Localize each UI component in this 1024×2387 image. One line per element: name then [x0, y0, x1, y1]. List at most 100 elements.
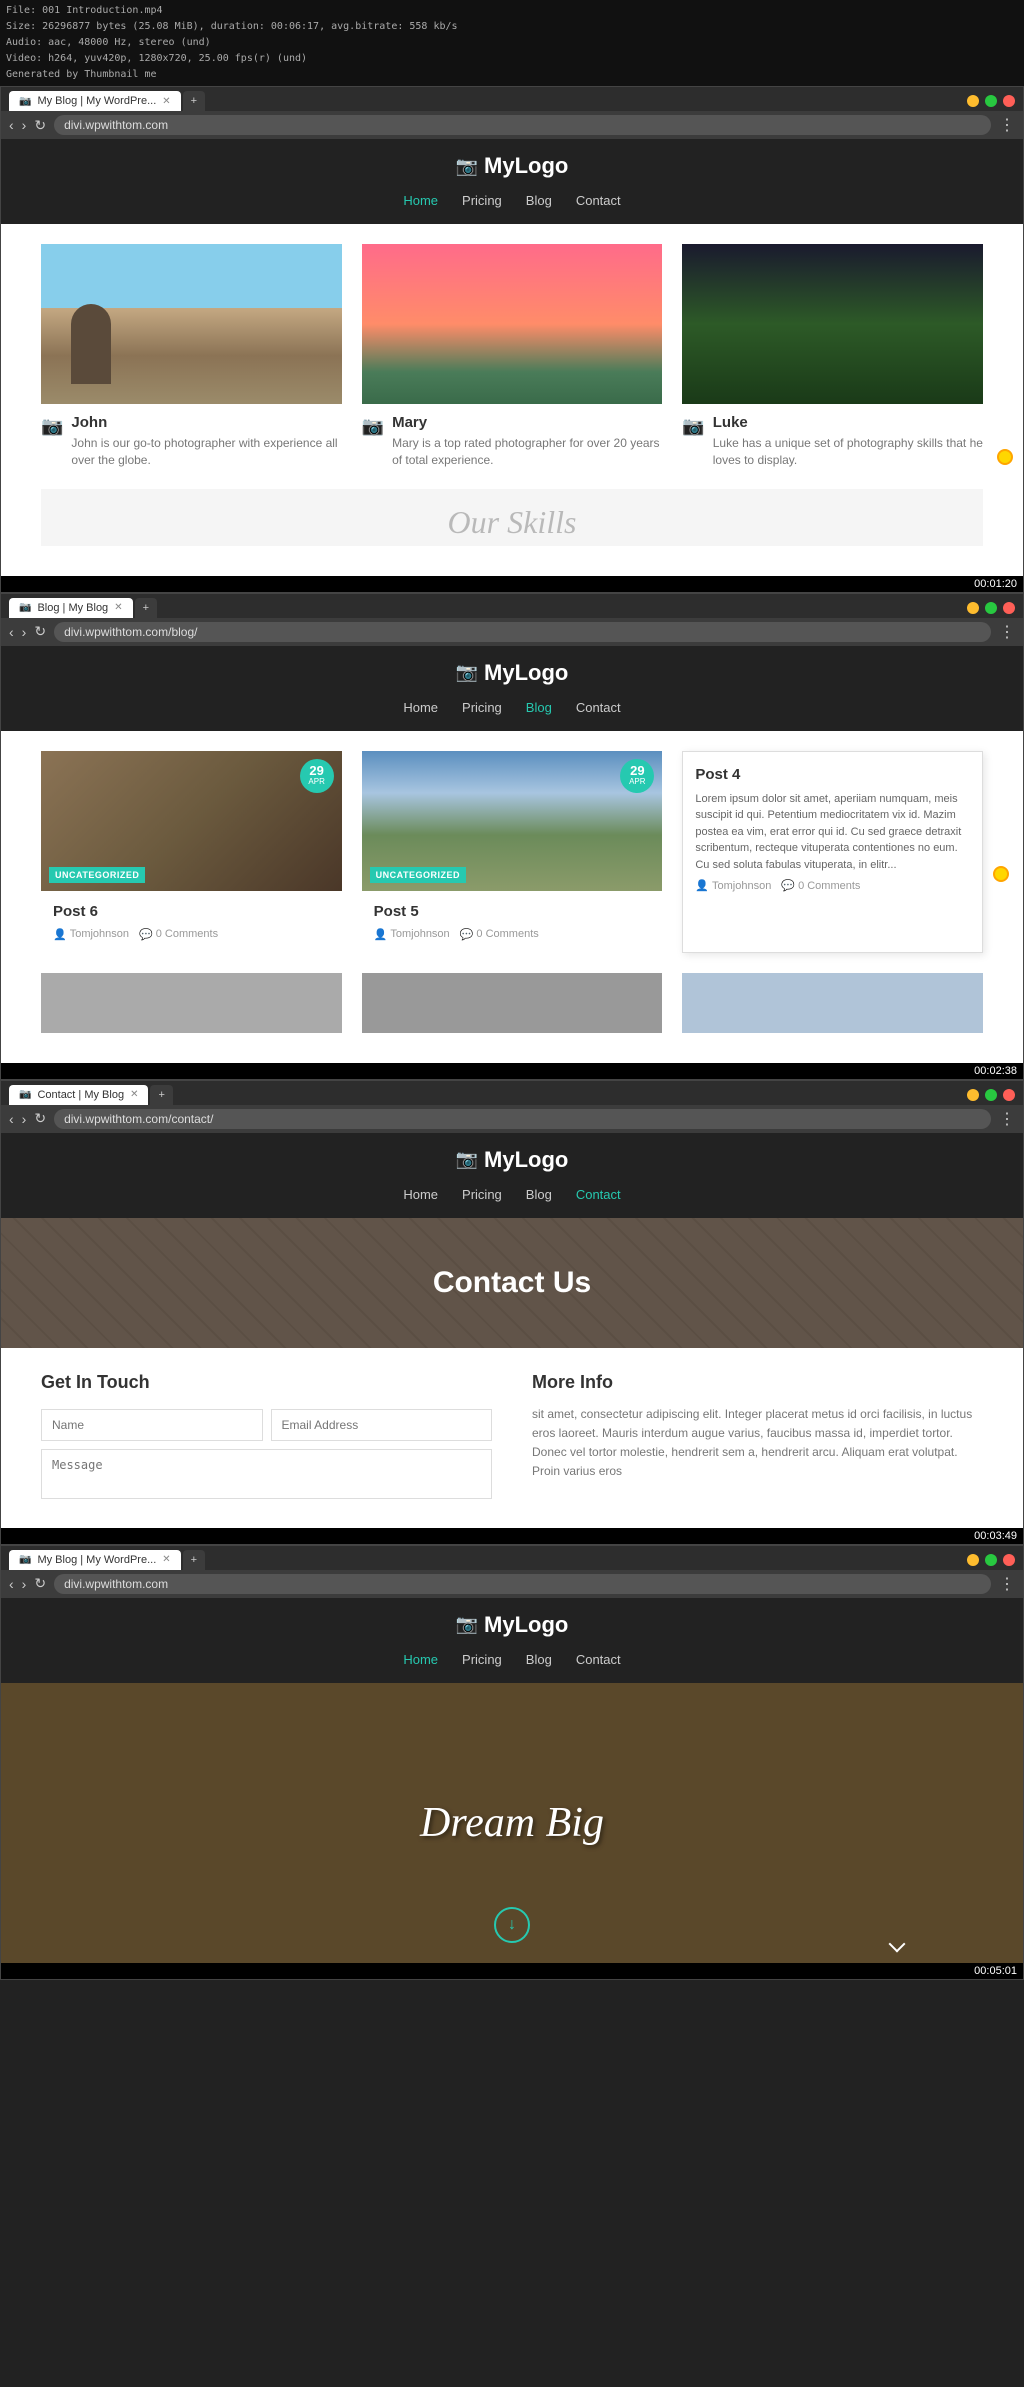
contact-message-input[interactable] [41, 1449, 492, 1499]
site-content-2: 📷 MyLogo Home Pricing Blog Contact 29 [1, 646, 1023, 1063]
tab-plus-1[interactable]: + [183, 91, 205, 111]
tab-blog-2[interactable]: 📷 Blog | My Blog ✕ [9, 598, 133, 618]
photographer-name-mary: Mary [392, 414, 662, 431]
contact-form-title: Get In Touch [41, 1372, 492, 1393]
tab-plus-4[interactable]: + [183, 1550, 205, 1570]
nav-home-2[interactable]: Home [403, 700, 438, 715]
maximize-btn-3[interactable] [985, 1089, 997, 1101]
logo-icon-1: 📷 [456, 156, 478, 177]
back-btn-4[interactable]: ‹ [9, 1576, 14, 1592]
tab-close-2[interactable]: ✕ [114, 602, 122, 613]
back-btn-3[interactable]: ‹ [9, 1111, 14, 1127]
nav-contact-1[interactable]: Contact [576, 193, 621, 208]
menu-dots-2[interactable]: ⋮ [999, 622, 1015, 642]
close-btn-1[interactable] [1003, 95, 1015, 107]
post6-date-mon: APR [308, 778, 324, 787]
browser-window-4: 📷 My Blog | My WordPre... ✕ + ‹ › ↻ divi… [0, 1545, 1024, 1980]
scroll-down-btn[interactable]: ↓ [494, 1907, 530, 1943]
tab-contact-3[interactable]: 📷 Contact | My Blog ✕ [9, 1085, 148, 1105]
minimize-btn-2[interactable] [967, 602, 979, 614]
blog-card-post4: 29 APR Post 4 Lorem ipsum dolor sit amet… [682, 751, 983, 953]
maximize-btn-2[interactable] [985, 602, 997, 614]
timestamp-2: 00:02:38 [1, 1063, 1023, 1079]
forward-btn-3[interactable]: › [22, 1111, 27, 1127]
photographer-info-john: 📷 John John is our go-to photographer wi… [41, 404, 342, 469]
post4-author: 👤 Tomjohnson [695, 879, 771, 892]
site-logo-1: 📷 MyLogo [1, 153, 1023, 179]
contact-hero-text: Contact Us [433, 1266, 591, 1300]
tab-close-1[interactable]: ✕ [162, 96, 170, 107]
maximize-btn-1[interactable] [985, 95, 997, 107]
post5-content: Post 5 👤 Tomjohnson 💬 0 Comments [362, 891, 663, 953]
nav-pricing-1[interactable]: Pricing [462, 193, 502, 208]
timestamp-value-4: 00:05:01 [974, 1965, 1017, 1977]
nav-blog-3[interactable]: Blog [526, 1187, 552, 1202]
url-box-4[interactable]: divi.wpwithtom.com [54, 1574, 991, 1594]
tab-title-1: My Blog | My WordPre... [37, 95, 156, 107]
logo-icon-2: 📷 [456, 662, 478, 683]
site-nav-1: Home Pricing Blog Contact [1, 187, 1023, 214]
menu-dots-4[interactable]: ⋮ [999, 1574, 1015, 1594]
site-logo-3: 📷 MyLogo [1, 1147, 1023, 1173]
back-btn-1[interactable]: ‹ [9, 117, 14, 133]
nav-home-3[interactable]: Home [403, 1187, 438, 1202]
nav-pricing-2[interactable]: Pricing [462, 700, 502, 715]
close-btn-4[interactable] [1003, 1554, 1015, 1566]
minimize-btn-3[interactable] [967, 1089, 979, 1101]
video-filename: File: 001 Introduction.mp4 [6, 3, 1018, 19]
refresh-btn-4[interactable]: ↻ [34, 1575, 46, 1592]
menu-dots-1[interactable]: ⋮ [999, 115, 1015, 135]
refresh-btn-1[interactable]: ↻ [34, 117, 46, 134]
maximize-btn-4[interactable] [985, 1554, 997, 1566]
tab-home-4[interactable]: 📷 My Blog | My WordPre... ✕ [9, 1550, 181, 1570]
post6-img-wrap: 29 APR UNCATEGORIZED [41, 751, 342, 891]
nav-pricing-3[interactable]: Pricing [462, 1187, 502, 1202]
tab-plus-3[interactable]: + [150, 1085, 172, 1105]
menu-dots-3[interactable]: ⋮ [999, 1109, 1015, 1129]
refresh-btn-3[interactable]: ↻ [34, 1110, 46, 1127]
photographer-name-luke: Luke [713, 414, 983, 431]
tab-close-4[interactable]: ✕ [162, 1554, 170, 1565]
post6-title: Post 6 [53, 903, 330, 920]
nav-blog-2[interactable]: Blog [526, 700, 552, 715]
post5-date-num: 29 [630, 764, 644, 778]
nav-blog-1[interactable]: Blog [526, 193, 552, 208]
photographer-card-luke: 📷 Luke Luke has a unique set of photogra… [682, 244, 983, 469]
home-hero: Dream Big ↓ [1, 1683, 1023, 1963]
forward-btn-4[interactable]: › [22, 1576, 27, 1592]
minimize-btn-1[interactable] [967, 95, 979, 107]
browser-window-3: 📷 Contact | My Blog ✕ + ‹ › ↻ divi.wpwit… [0, 1080, 1024, 1545]
nav-pricing-4[interactable]: Pricing [462, 1652, 502, 1667]
nav-home-1[interactable]: Home [403, 193, 438, 208]
tab-close-3[interactable]: ✕ [130, 1089, 138, 1100]
url-box-2[interactable]: divi.wpwithtom.com/blog/ [54, 622, 991, 642]
forward-btn-2[interactable]: › [22, 624, 27, 640]
tab-myblog-1[interactable]: 📷 My Blog | My WordPre... ✕ [9, 91, 181, 111]
contact-email-input[interactable] [271, 1409, 493, 1441]
site-nav-3: Home Pricing Blog Contact [1, 1181, 1023, 1208]
close-btn-2[interactable] [1003, 602, 1015, 614]
post4-excerpt: Lorem ipsum dolor sit amet, aperiiam num… [695, 791, 970, 874]
video-size: Size: 26296877 bytes (25.08 MiB), durati… [6, 19, 1018, 35]
nav-contact-4[interactable]: Contact [576, 1652, 621, 1667]
site-content-3: 📷 MyLogo Home Pricing Blog Contact Conta… [1, 1133, 1023, 1528]
url-box-3[interactable]: divi.wpwithtom.com/contact/ [54, 1109, 991, 1129]
contact-name-input[interactable] [41, 1409, 263, 1441]
close-btn-3[interactable] [1003, 1089, 1015, 1101]
nav-home-4[interactable]: Home [403, 1652, 438, 1667]
back-btn-2[interactable]: ‹ [9, 624, 14, 640]
nav-contact-3[interactable]: Contact [576, 1187, 621, 1202]
url-box-1[interactable]: divi.wpwithtom.com [54, 115, 991, 135]
post4-meta: 👤 Tomjohnson 💬 0 Comments [695, 879, 970, 892]
tab-favicon-2: 📷 [19, 602, 31, 613]
minimize-btn-4[interactable] [967, 1554, 979, 1566]
contact-body: Get In Touch More Info sit amet, consect… [1, 1348, 1023, 1528]
nav-contact-2[interactable]: Contact [576, 700, 621, 715]
nav-blog-4[interactable]: Blog [526, 1652, 552, 1667]
photographer-icon-john: 📷 [41, 416, 63, 437]
refresh-btn-2[interactable]: ↻ [34, 623, 46, 640]
tab-plus-2[interactable]: + [135, 598, 157, 618]
forward-btn-1[interactable]: › [22, 117, 27, 133]
address-bar-4: ‹ › ↻ divi.wpwithtom.com ⋮ [1, 1570, 1023, 1598]
timestamp-value-2: 00:02:38 [974, 1065, 1017, 1077]
